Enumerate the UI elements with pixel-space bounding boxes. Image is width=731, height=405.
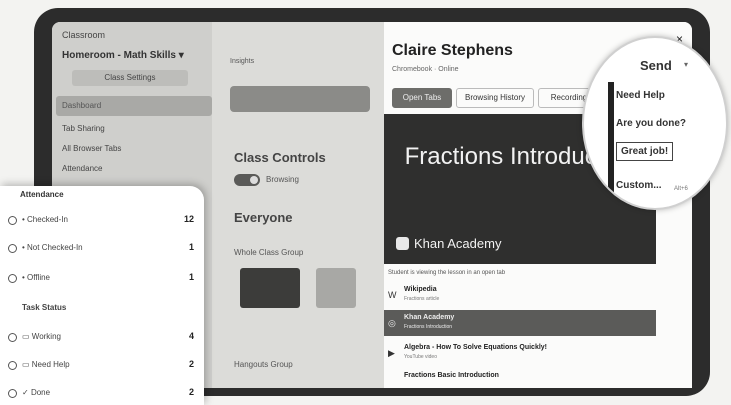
task-row-need-help[interactable]: ▭ Need Help 2 (0, 355, 204, 377)
student-tile[interactable] (240, 268, 300, 308)
task-label: ▭ Need Help (22, 360, 70, 369)
radio-icon (8, 333, 17, 342)
list-item-subtitle: Fractions Introduction (404, 324, 453, 330)
wikipedia-icon: W (388, 290, 397, 300)
attendance-count: 12 (183, 214, 194, 224)
attendance-count: 1 (188, 242, 194, 252)
browsing-label: Browsing (266, 175, 299, 184)
attendance-label: • Not Checked-In (22, 243, 83, 252)
menu-item-custom[interactable]: Custom... (616, 180, 662, 191)
attendance-card: Attendance • Checked-In 12 • Not Checked… (0, 186, 204, 405)
brand-name: Khan Academy (414, 236, 502, 251)
shortcut-hint: Alt+6 (674, 186, 688, 192)
info-banner (230, 86, 370, 112)
attendance-count: 1 (188, 272, 194, 282)
whole-class-group-label: Whole Class Group (234, 248, 304, 257)
task-row-done[interactable]: ✓ Done 2 (0, 383, 204, 405)
menu-item-great-job[interactable]: Great job! (616, 142, 674, 161)
task-count: 4 (188, 331, 194, 341)
student-name: Claire Stephens (392, 42, 513, 59)
radio-icon (8, 274, 17, 283)
list-item-title: Khan Academy (404, 314, 455, 321)
tab-open-tabs[interactable]: Open Tabs (392, 88, 452, 108)
send-menu-magnifier: Send ▾ Need Help Are you done? Great job… (582, 36, 728, 210)
list-item[interactable]: ◎ Khan Academy Fractions Introduction (384, 310, 656, 336)
class-controls-title: Class Controls (234, 150, 326, 165)
hangout-group-label: Hangouts Group (234, 360, 293, 369)
attendance-heading: Attendance (20, 190, 64, 199)
list-item-title: Wikipedia (404, 286, 437, 293)
list-item[interactable]: ▶ Algebra - How To Solve Equations Quick… (384, 340, 656, 366)
attendance-row-not-checked-in[interactable]: • Not Checked-In 1 (0, 238, 204, 260)
attendance-label: • Checked-In (22, 215, 68, 224)
browsing-toggle[interactable] (234, 174, 260, 186)
task-label: ✓ Done (22, 388, 51, 397)
radio-icon (8, 389, 17, 398)
task-status-heading: Task Status (22, 303, 67, 312)
nav-item-tab-sharing[interactable]: Tab Sharing (62, 124, 105, 133)
chevron-down-icon: ▾ (684, 60, 689, 69)
list-item[interactable]: W Wikipedia Fractions article (384, 282, 656, 308)
send-button[interactable]: Send (640, 58, 672, 73)
brand-label: Khan Academy (396, 236, 501, 251)
youtube-icon: ▶ (388, 348, 395, 358)
task-label: ▭ Working (22, 332, 61, 341)
list-item-subtitle: Fractions article (404, 296, 440, 302)
school-title: Classroom (62, 30, 106, 40)
task-count: 2 (188, 359, 194, 369)
attendance-row-checked-in[interactable]: • Checked-In 12 (0, 210, 204, 232)
menu-item-are-you-done[interactable]: Are you done? (616, 118, 686, 129)
radio-icon (8, 244, 17, 253)
class-selector[interactable]: Homeroom - Math Skills ▾ (62, 50, 184, 61)
tab-browsing-history[interactable]: Browsing History (456, 88, 534, 108)
list-item-subtitle: YouTube video (404, 354, 437, 360)
task-row-working[interactable]: ▭ Working 4 (0, 327, 204, 349)
menu-item-need-help[interactable]: Need Help (616, 90, 665, 101)
nav-item-dashboard[interactable]: Dashboard (56, 96, 212, 116)
nav-item-browser-tabs[interactable]: All Browser Tabs (62, 144, 121, 153)
list-item-title: Fractions Basic Introduction (404, 372, 499, 379)
nav-item-attendance[interactable]: Attendance (62, 164, 102, 173)
student-subtitle: Chromebook · Online (392, 66, 459, 73)
class-settings-button[interactable]: Class Settings (72, 70, 188, 86)
menu-edge (608, 82, 614, 202)
insights-link[interactable]: Insights (230, 58, 254, 65)
task-count: 2 (188, 387, 194, 397)
radio-icon (8, 216, 17, 225)
everyone-title: Everyone (234, 210, 293, 225)
student-tile[interactable] (316, 268, 356, 308)
list-item[interactable]: Fractions Basic Introduction (384, 368, 656, 388)
list-item-title: Algebra - How To Solve Equations Quickly… (404, 344, 548, 351)
khan-academy-logo-icon (396, 237, 409, 250)
class-name: Homeroom - Math Skills (62, 50, 176, 61)
chevron-down-icon: ▾ (178, 50, 184, 61)
radio-icon (8, 361, 17, 370)
khan-academy-icon: ◎ (388, 318, 396, 328)
class-dashboard: Insights Class Controls Browsing Everyon… (212, 22, 392, 388)
attendance-row-offline[interactable]: • Offline 1 (0, 268, 204, 290)
attendance-label: • Offline (22, 273, 51, 282)
viewing-note: Student is viewing the lesson in an open… (388, 270, 506, 276)
